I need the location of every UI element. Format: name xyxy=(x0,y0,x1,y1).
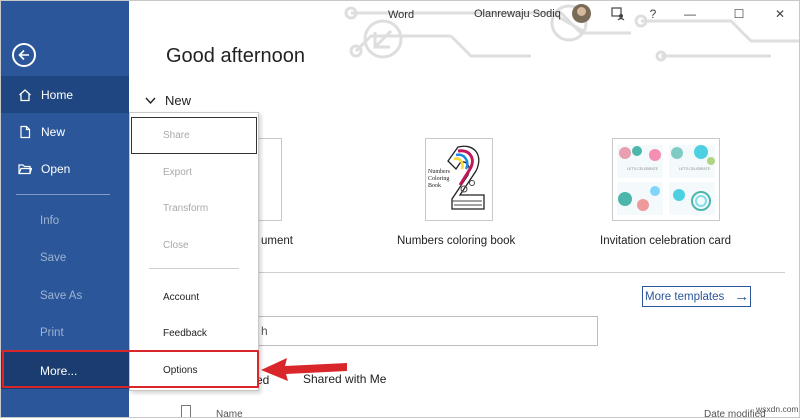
app-title: Word xyxy=(388,9,415,21)
more-templates-link[interactable]: More templates → xyxy=(642,286,751,307)
menu-item-feedback[interactable]: Feedback xyxy=(130,315,258,351)
help-button[interactable]: ? xyxy=(642,4,664,24)
nav-item-open[interactable]: Open xyxy=(1,150,129,187)
nav-item-new[interactable]: New xyxy=(1,113,129,150)
numbers-coloring-book-thumbnail[interactable]: Numbers Coloring Book xyxy=(425,138,493,221)
back-arrow-icon xyxy=(18,49,29,61)
greeting-heading: Good afternoon xyxy=(166,45,305,67)
new-section-heading: New xyxy=(165,93,192,108)
file-type-icon xyxy=(181,405,191,417)
column-header-name[interactable]: Name xyxy=(216,409,243,417)
arrow-right-icon: → xyxy=(734,288,750,305)
invitation-cover-text-1: LET'S CELEBRATE xyxy=(627,167,658,171)
nav-label-home: Home xyxy=(41,87,74,102)
word-backstage-window: Word Olanrewaju Sodiq ? — ☐ ✕ Good after… xyxy=(0,0,800,418)
nav-divider xyxy=(16,194,110,195)
invitation-cover-text-2: LET'S CELEBRATE xyxy=(679,167,710,171)
invitation-card-art xyxy=(617,145,715,215)
title-bar: Word Olanrewaju Sodiq ? — ☐ ✕ xyxy=(129,1,799,29)
invitation-card-thumbnail[interactable]: LET'S CELEBRATE LET'S CELEBRATE xyxy=(612,138,720,221)
blank-document-label[interactable]: ument xyxy=(261,235,293,247)
home-icon xyxy=(19,88,31,101)
invitation-card-label[interactable]: Invitation celebration card xyxy=(600,235,731,247)
nav-label-open: Open xyxy=(41,161,71,176)
menu-item-account[interactable]: Account xyxy=(130,279,258,315)
search-input[interactable]: h xyxy=(247,316,598,346)
new-document-icon xyxy=(20,125,31,138)
back-button[interactable] xyxy=(12,43,36,67)
coloring-book-cover-text: Numbers Coloring Book xyxy=(428,169,450,189)
menu-item-transform[interactable]: Transform xyxy=(130,190,258,226)
menu-divider xyxy=(149,268,239,269)
nav-item-home[interactable]: Home xyxy=(1,76,129,113)
menu-item-export[interactable]: Export xyxy=(130,154,258,190)
nav-item-info[interactable]: Info xyxy=(1,202,129,239)
annotation-arrow-icon xyxy=(261,358,347,381)
search-placeholder: h xyxy=(261,324,268,338)
nav-item-print[interactable]: Print xyxy=(1,314,129,351)
new-section-toggle[interactable]: New xyxy=(145,93,191,108)
avatar[interactable] xyxy=(572,4,591,23)
watermark: wsxdn.com xyxy=(756,404,799,414)
menu-item-share[interactable]: Share xyxy=(130,117,258,153)
close-button[interactable]: ✕ xyxy=(769,4,791,24)
minimize-button[interactable]: — xyxy=(679,4,701,24)
share-screen-icon[interactable] xyxy=(607,4,629,24)
more-templates-label: More templates xyxy=(645,290,725,303)
menu-item-close[interactable]: Close xyxy=(130,227,258,263)
section-divider xyxy=(259,272,785,273)
nav-item-save[interactable]: Save xyxy=(1,239,129,276)
nav-item-save-as[interactable]: Save As xyxy=(1,277,129,314)
maximize-button[interactable]: ☐ xyxy=(728,4,750,24)
folder-open-icon xyxy=(18,163,32,174)
highlight-box xyxy=(2,350,259,388)
numbers-coloring-book-label[interactable]: Numbers coloring book xyxy=(397,235,515,247)
chevron-down-icon xyxy=(145,97,156,104)
nav-label-new: New xyxy=(41,124,66,139)
user-name[interactable]: Olanrewaju Sodiq xyxy=(474,8,561,20)
